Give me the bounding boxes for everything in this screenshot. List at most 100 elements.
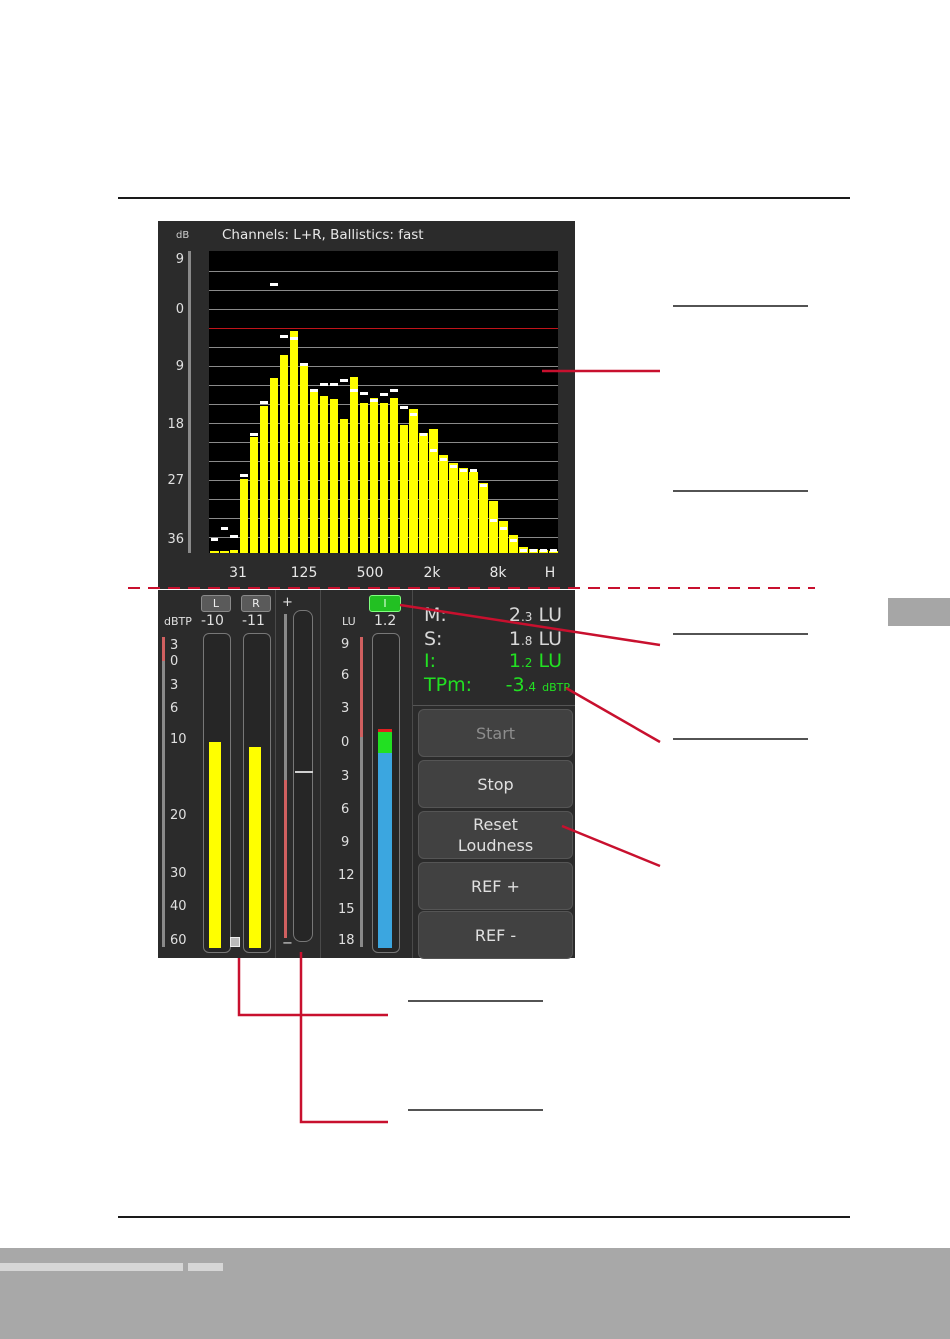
peak-reset-icon[interactable] (230, 937, 240, 947)
meter-panel: L R dBTP -10 -11 3 0 3 6 10 20 30 40 60 … (158, 590, 575, 959)
scale-label: 18 (167, 417, 184, 432)
loudness-scale-label: 3 (341, 701, 350, 716)
scale-label: 9 (175, 359, 184, 374)
loudness-scale-label: 12 (338, 868, 355, 883)
grid-line (209, 271, 558, 272)
readout-unit: LU (538, 628, 562, 650)
readout-decimal: .8 (520, 634, 533, 648)
readout-separator (413, 705, 575, 706)
start-button[interactable]: Start (418, 709, 573, 757)
channel-l-button[interactable]: L (201, 595, 231, 612)
loudness-scale-label: 9 (341, 637, 350, 652)
spectrum-bar (319, 396, 329, 553)
spectrum-peak (350, 389, 358, 392)
spectrum-peak (439, 458, 448, 461)
spectrum-peak (240, 474, 248, 477)
spectrum-bar (339, 419, 349, 553)
spectrum-peak (380, 393, 388, 396)
spectrum-bar (229, 550, 239, 553)
spectrum-peak (390, 389, 398, 392)
frequency-label: H (544, 565, 556, 581)
fader-track[interactable] (293, 610, 313, 942)
channel-r-button[interactable]: R (241, 595, 271, 612)
spectrum-bar (449, 463, 458, 553)
spectrum-peak (509, 539, 518, 542)
spectrum-bar (489, 501, 498, 553)
stop-button[interactable]: Stop (418, 760, 573, 808)
spectrum-bar (459, 468, 468, 553)
loudness-fill-blue (378, 753, 392, 948)
grid-line (209, 328, 558, 329)
reset-label-2: Loudness (457, 836, 534, 855)
readout-decimal: .2 (520, 656, 533, 670)
spectrum-peak (489, 519, 498, 522)
footer-bar (188, 1263, 223, 1271)
spectrum-peak (459, 469, 468, 472)
fader-plus: + (282, 595, 293, 610)
loudness-scale-label: 0 (341, 735, 350, 750)
loudness-scale-bar-red (360, 637, 363, 737)
spectrum-peak (449, 465, 458, 468)
spectrum-bar (409, 409, 418, 553)
spectrum-peak (400, 406, 408, 409)
readout-unit: dBTP (542, 681, 570, 694)
spectrum-bar (349, 377, 359, 553)
spectrum-peak (250, 433, 258, 436)
scale-label: 36 (167, 532, 184, 547)
grid-line (209, 290, 558, 291)
bottom-rule (118, 1216, 850, 1218)
loudness-meter (372, 633, 400, 953)
spectrum-bar (289, 331, 299, 553)
spectrum-peak (370, 399, 378, 402)
spectrum-peak (220, 527, 228, 530)
loudness-scale-label: 3 (341, 769, 350, 784)
page-footer (0, 1248, 950, 1339)
spectrum-peak (280, 335, 288, 338)
frequency-label: 8k (489, 565, 507, 581)
reset-loudness-button[interactable]: Reset Loudness (418, 811, 573, 859)
spectrum-bar (239, 479, 249, 553)
spectrum-peak (260, 401, 268, 404)
spectrum-bar (369, 398, 378, 553)
ref-plus-button[interactable]: REF + (418, 862, 573, 910)
spectrum-peak (539, 549, 548, 552)
ref-minus-button[interactable]: REF - (418, 911, 573, 959)
readout-unit: LU (538, 604, 562, 626)
spectrum-peak (360, 392, 368, 395)
spectrum-bar (299, 363, 309, 553)
readout-value: 1 (508, 628, 521, 650)
top-rule (118, 197, 850, 199)
scale-label: 27 (167, 473, 184, 488)
fader-handle[interactable] (295, 771, 313, 773)
spectrum-peak (499, 527, 508, 530)
peak-meter-l (203, 633, 231, 953)
footer-bar (0, 1263, 183, 1271)
callout-readouts (565, 686, 661, 744)
frequency-label: 2k (423, 565, 441, 581)
scale-label: 0 (175, 302, 184, 317)
readout-value: 2 (508, 604, 521, 626)
spectrum-bar (259, 406, 269, 553)
spectrum-title: Channels: L+R, Ballistics: fast (222, 227, 424, 243)
spectrum-bar (439, 455, 448, 553)
readout-true-peak: TPm: -3.4 dBTP (424, 674, 570, 696)
peak-scale-label: 0 (170, 654, 179, 669)
spectrum-peak (529, 549, 538, 552)
peak-scale-label: 30 (170, 866, 187, 881)
loudness-scale-label: 15 (338, 902, 355, 917)
readout-short-term: S: 1.8 LU (424, 628, 562, 650)
readout-label: I: (424, 650, 437, 672)
spectrum-peak (230, 535, 238, 538)
grid-line (209, 385, 558, 386)
spectrum-bar (469, 472, 478, 553)
peak-scale-label: 20 (170, 808, 187, 823)
integrated-indicator[interactable]: I (369, 595, 401, 612)
peak-fill-l (209, 742, 221, 948)
peak-meter-r (243, 633, 271, 953)
peak-scale-label: 60 (170, 933, 187, 948)
readout-decimal: .4 (524, 680, 537, 694)
divider (320, 590, 321, 958)
spectrum-unit: dB (176, 230, 190, 241)
spectrum-bar (379, 403, 388, 553)
spectrum-bar (479, 483, 488, 553)
